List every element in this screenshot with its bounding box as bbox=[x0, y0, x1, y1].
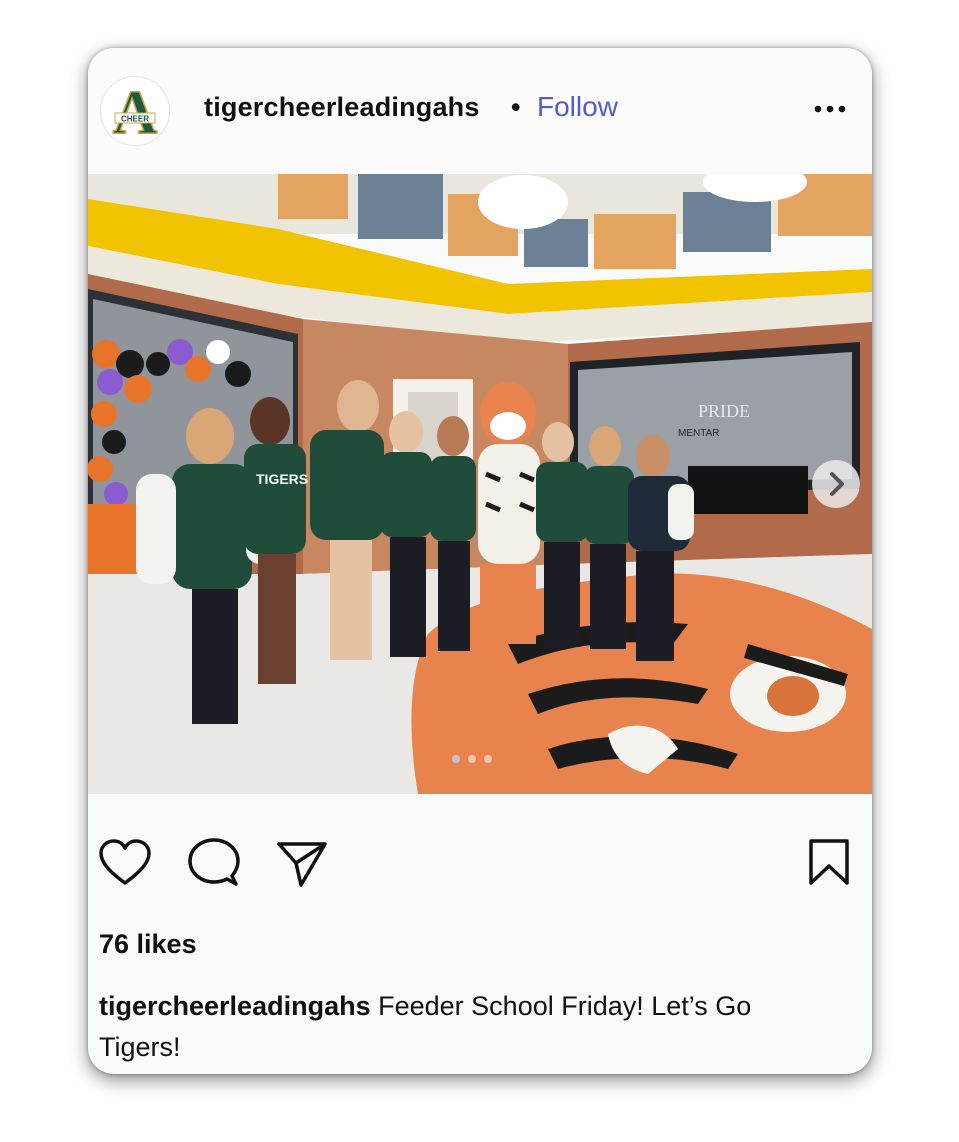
avatar-letter: A bbox=[113, 79, 158, 145]
chevron-right-icon bbox=[830, 472, 844, 496]
post-photo[interactable]: PRIDE MENTAR TIGERS bbox=[88, 174, 872, 794]
paper-plane-icon bbox=[277, 842, 327, 887]
like-button[interactable] bbox=[98, 839, 152, 892]
avatar-text: CHEER bbox=[121, 115, 149, 124]
photo-shirt-text: TIGERS bbox=[256, 471, 308, 487]
caption: tigercheerleadingahs Feeder School Frida… bbox=[99, 986, 839, 1068]
separator-dot: • bbox=[511, 92, 521, 122]
comment-button[interactable] bbox=[188, 838, 240, 893]
carousel-dots bbox=[442, 752, 522, 764]
caption-username[interactable]: tigercheerleadingahs bbox=[99, 991, 371, 1021]
heart-icon bbox=[99, 839, 151, 885]
username-link[interactable]: tigercheerleadingahs bbox=[204, 92, 480, 123]
like-count[interactable]: 76 likes bbox=[99, 929, 197, 960]
action-bar bbox=[88, 794, 872, 924]
share-button[interactable] bbox=[276, 840, 328, 893]
avatar[interactable]: A CHEER bbox=[100, 76, 170, 146]
school-logo-icon: A CHEER bbox=[101, 77, 169, 145]
save-button[interactable] bbox=[806, 838, 852, 891]
cheer-team-photo: PRIDE MENTAR TIGERS bbox=[88, 174, 872, 794]
post-card: A CHEER tigercheerleadingahs • Follow PR… bbox=[88, 48, 872, 1074]
photo-sign-2: MENTAR bbox=[678, 428, 719, 439]
comment-icon bbox=[188, 838, 240, 886]
carousel-indicator bbox=[452, 755, 492, 763]
more-options-button[interactable] bbox=[810, 102, 850, 116]
photo-sign-1: PRIDE bbox=[698, 401, 750, 421]
bookmark-icon bbox=[809, 839, 849, 885]
more-horizontal-icon bbox=[814, 105, 846, 113]
next-photo-button[interactable] bbox=[812, 460, 860, 508]
post-header: A CHEER tigercheerleadingahs • Follow bbox=[88, 48, 872, 174]
follow-button[interactable]: Follow bbox=[537, 91, 618, 123]
